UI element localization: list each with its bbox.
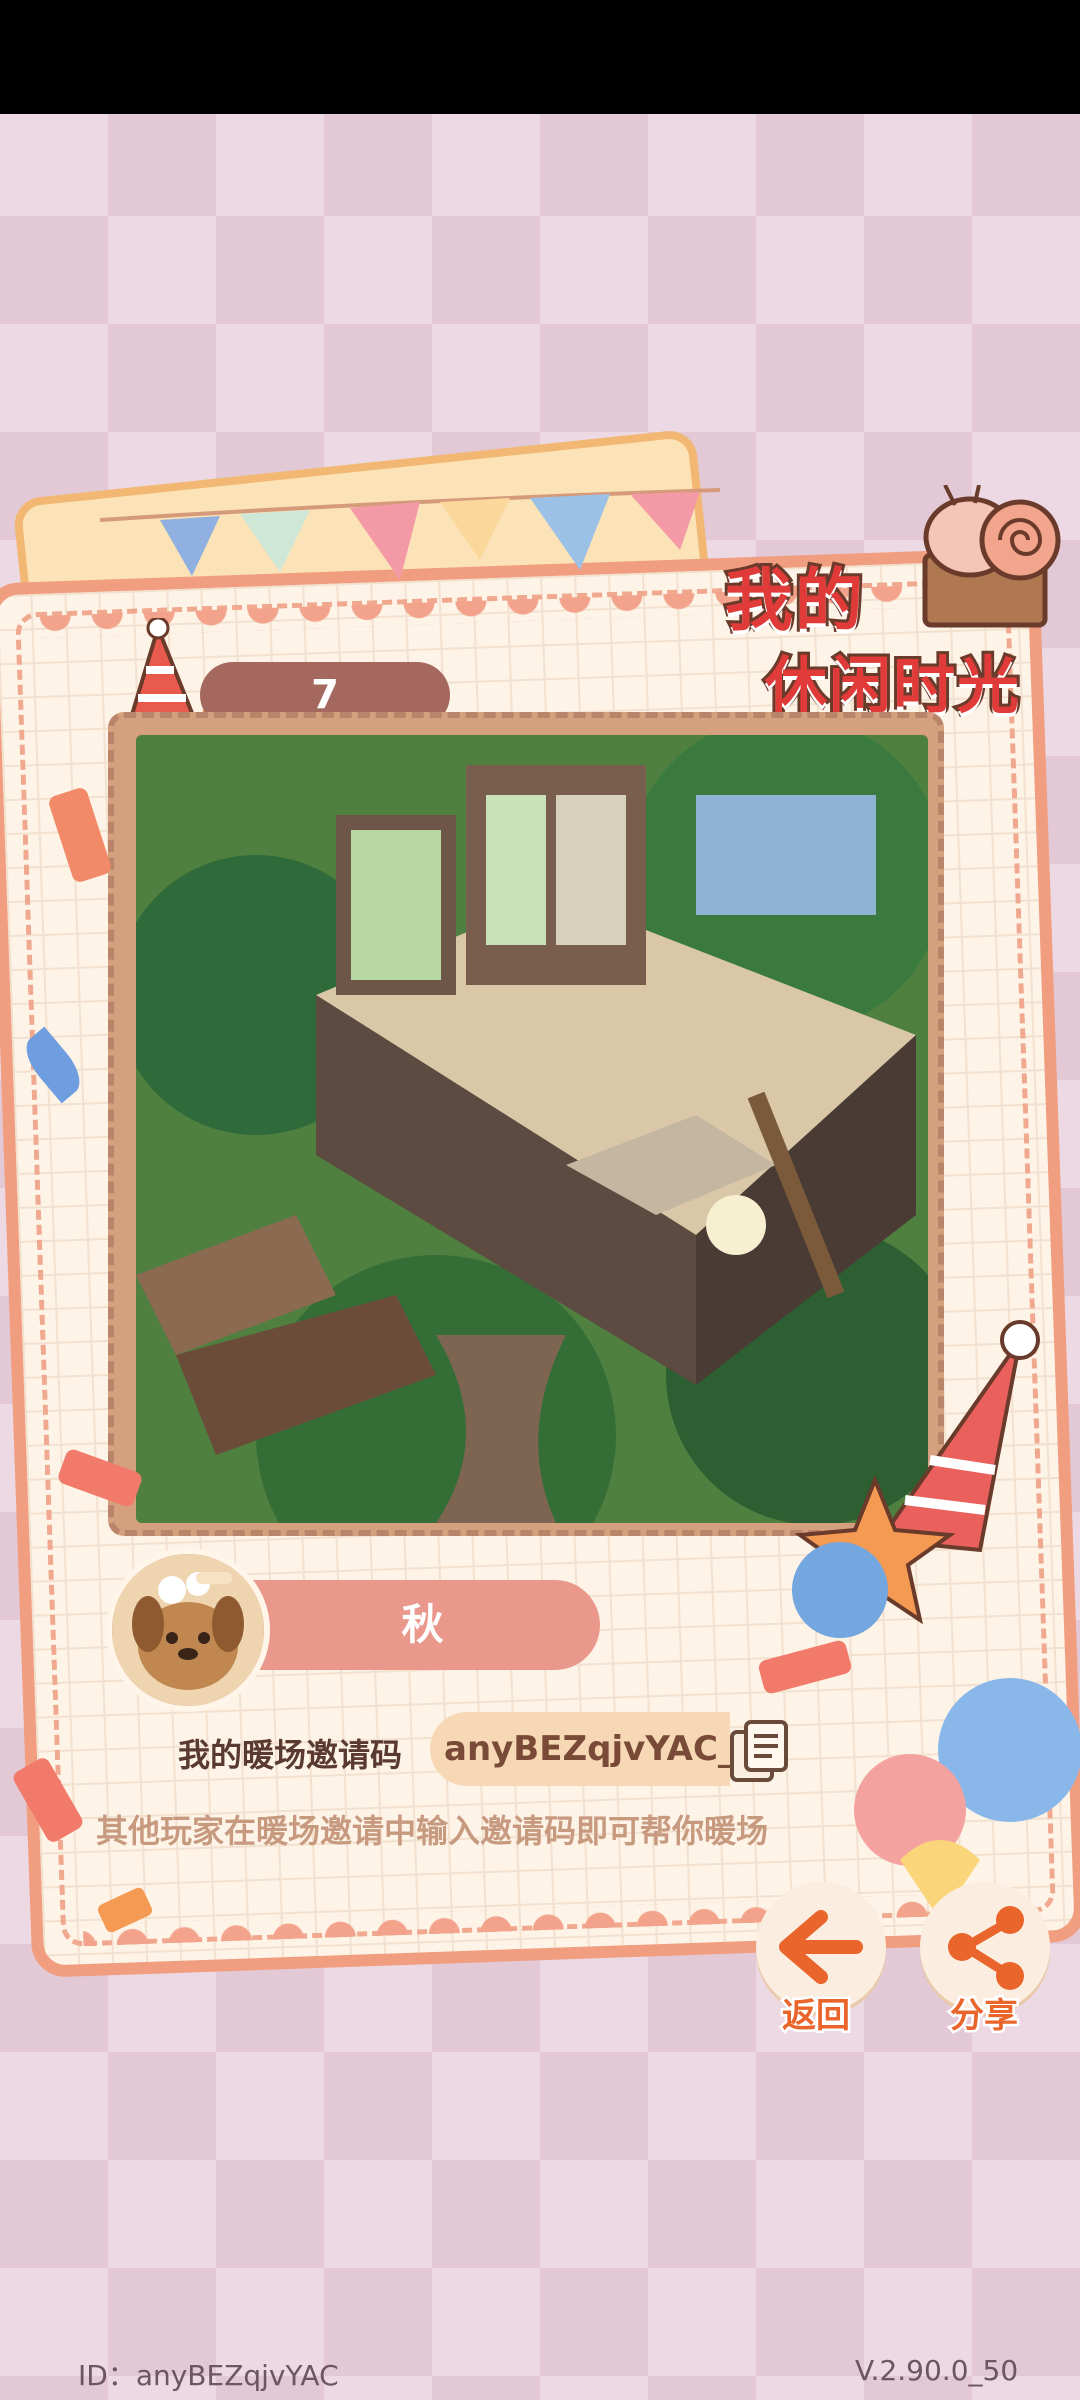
back-label[interactable]: 返回 <box>780 1988 853 2039</box>
footer-version: V.2.90.0_50 <box>855 2354 1019 2387</box>
footer-player-id: ID：anyBEZqjvYAC <box>78 2359 339 2392</box>
invite-code: anyBEZqjvYAC_21 <box>430 1712 730 1786</box>
player-avatar[interactable] <box>106 1548 270 1712</box>
status-bar <box>0 0 1080 114</box>
share-label[interactable]: 分享 <box>948 1988 1021 2039</box>
player-name: 秋 <box>245 1580 600 1670</box>
logo-line-1: 我的 <box>722 559 866 644</box>
invite-hint: 其他玩家在暖场邀请中输入邀请码即可帮你暖场 <box>96 1812 769 1850</box>
balloons-decoration <box>792 1320 1080 1920</box>
invite-label: 我的暖场邀请码 <box>178 1736 403 1774</box>
snail-icon <box>922 485 1061 628</box>
bunting-decoration <box>100 488 720 580</box>
